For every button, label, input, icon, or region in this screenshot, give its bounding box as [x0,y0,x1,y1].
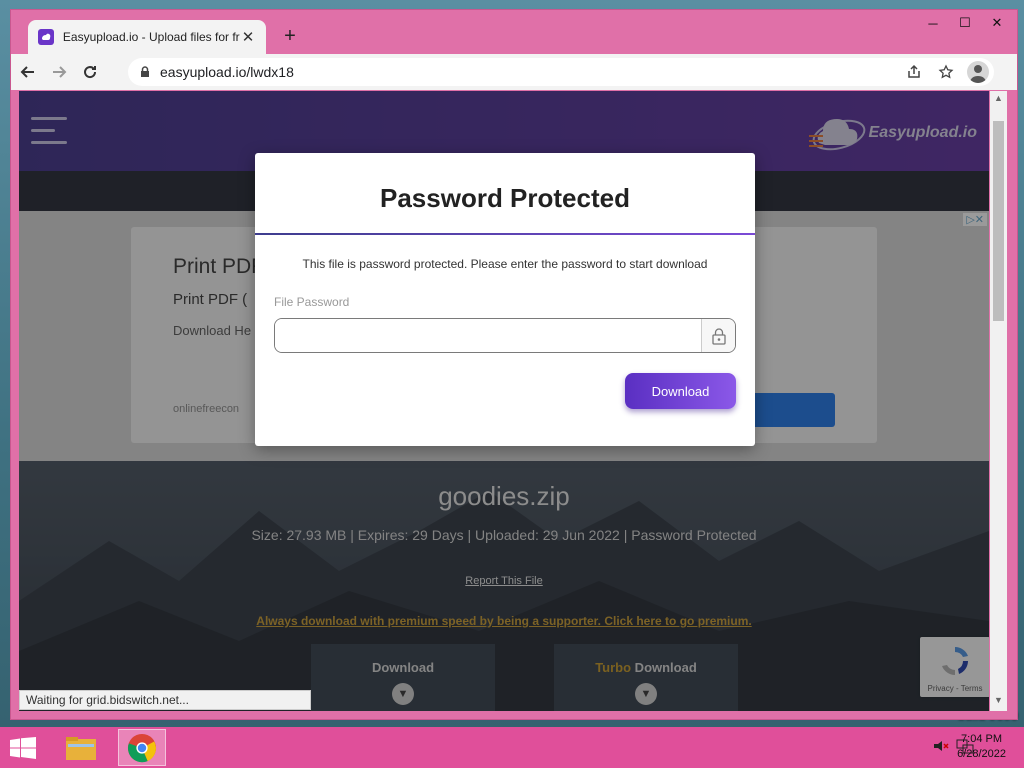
back-arrow-icon [20,66,34,78]
avatar-icon [967,61,989,83]
reload-icon [84,66,97,79]
browser-toolbar: easyupload.io/lwdx18 ⋮ [11,54,1017,124]
address-bar[interactable]: easyupload.io/lwdx18 [128,58,994,86]
lock-icon [141,66,149,77]
url-text: easyupload.io/lwdx18 [160,64,294,80]
windows-start-icon[interactable] [10,737,36,759]
tab-title: Easyupload.io - Upload files for free [62,30,241,44]
tab-easyupload[interactable]: Easyupload.io - Upload files for free ✕ [28,20,266,54]
tab-strip: Easyupload.io - Upload files for free ✕ … [11,10,1017,54]
new-tab-button[interactable]: + [279,25,301,48]
page-scrollbar[interactable]: ▲ ▼ [990,91,1007,711]
chrome-taskbar-icon[interactable] [118,729,166,766]
password-field-wrapper [274,318,736,353]
modal-divider [255,233,755,235]
scroll-down-arrow-icon[interactable]: ▼ [990,695,1007,709]
bookmark-star-icon[interactable] [930,64,962,80]
back-button[interactable] [14,58,42,86]
password-label: File Password [274,295,350,309]
clock-time: 7:04 PM [961,733,1003,745]
modal-description: This file is password protected. Please … [302,257,708,271]
close-window-button[interactable]: ✕ [981,12,1013,34]
maximize-button[interactable]: ☐ [949,12,981,34]
tab-close-icon[interactable]: ✕ [240,28,256,46]
profile-button[interactable] [962,61,994,83]
padlock-icon [701,319,735,352]
address-bar-actions [898,58,994,86]
share-icon[interactable] [898,64,930,80]
password-input[interactable] [275,319,701,352]
window-controls: ─ ☐ ✕ [917,12,1013,34]
forward-arrow-icon [53,66,67,78]
speaker-muted-icon[interactable] [932,737,950,760]
reload-button[interactable] [76,58,104,86]
scrollbar-thumb[interactable] [993,121,1004,321]
forward-button[interactable] [45,58,73,86]
clock-date: 6/28/2022 [957,748,1006,760]
file-explorer-taskbar-icon[interactable] [57,729,105,766]
scroll-up-arrow-icon[interactable]: ▲ [990,93,1007,107]
download-button[interactable]: Download [625,373,736,409]
easyupload-favicon-icon [38,29,54,45]
modal-title: Password Protected [380,183,630,213]
status-bar: Waiting for grid.bidswitch.net... [19,690,311,710]
password-modal: Password Protected This file is password… [255,153,755,446]
minimize-button[interactable]: ─ [917,12,949,34]
taskbar-clock[interactable]: 7:04 PM 6/28/2022 [957,732,1006,762]
taskbar: 7:04 PM 6/28/2022 [0,727,1024,768]
browser-window: Easyupload.io - Upload files for free ✕ … [10,9,1018,720]
